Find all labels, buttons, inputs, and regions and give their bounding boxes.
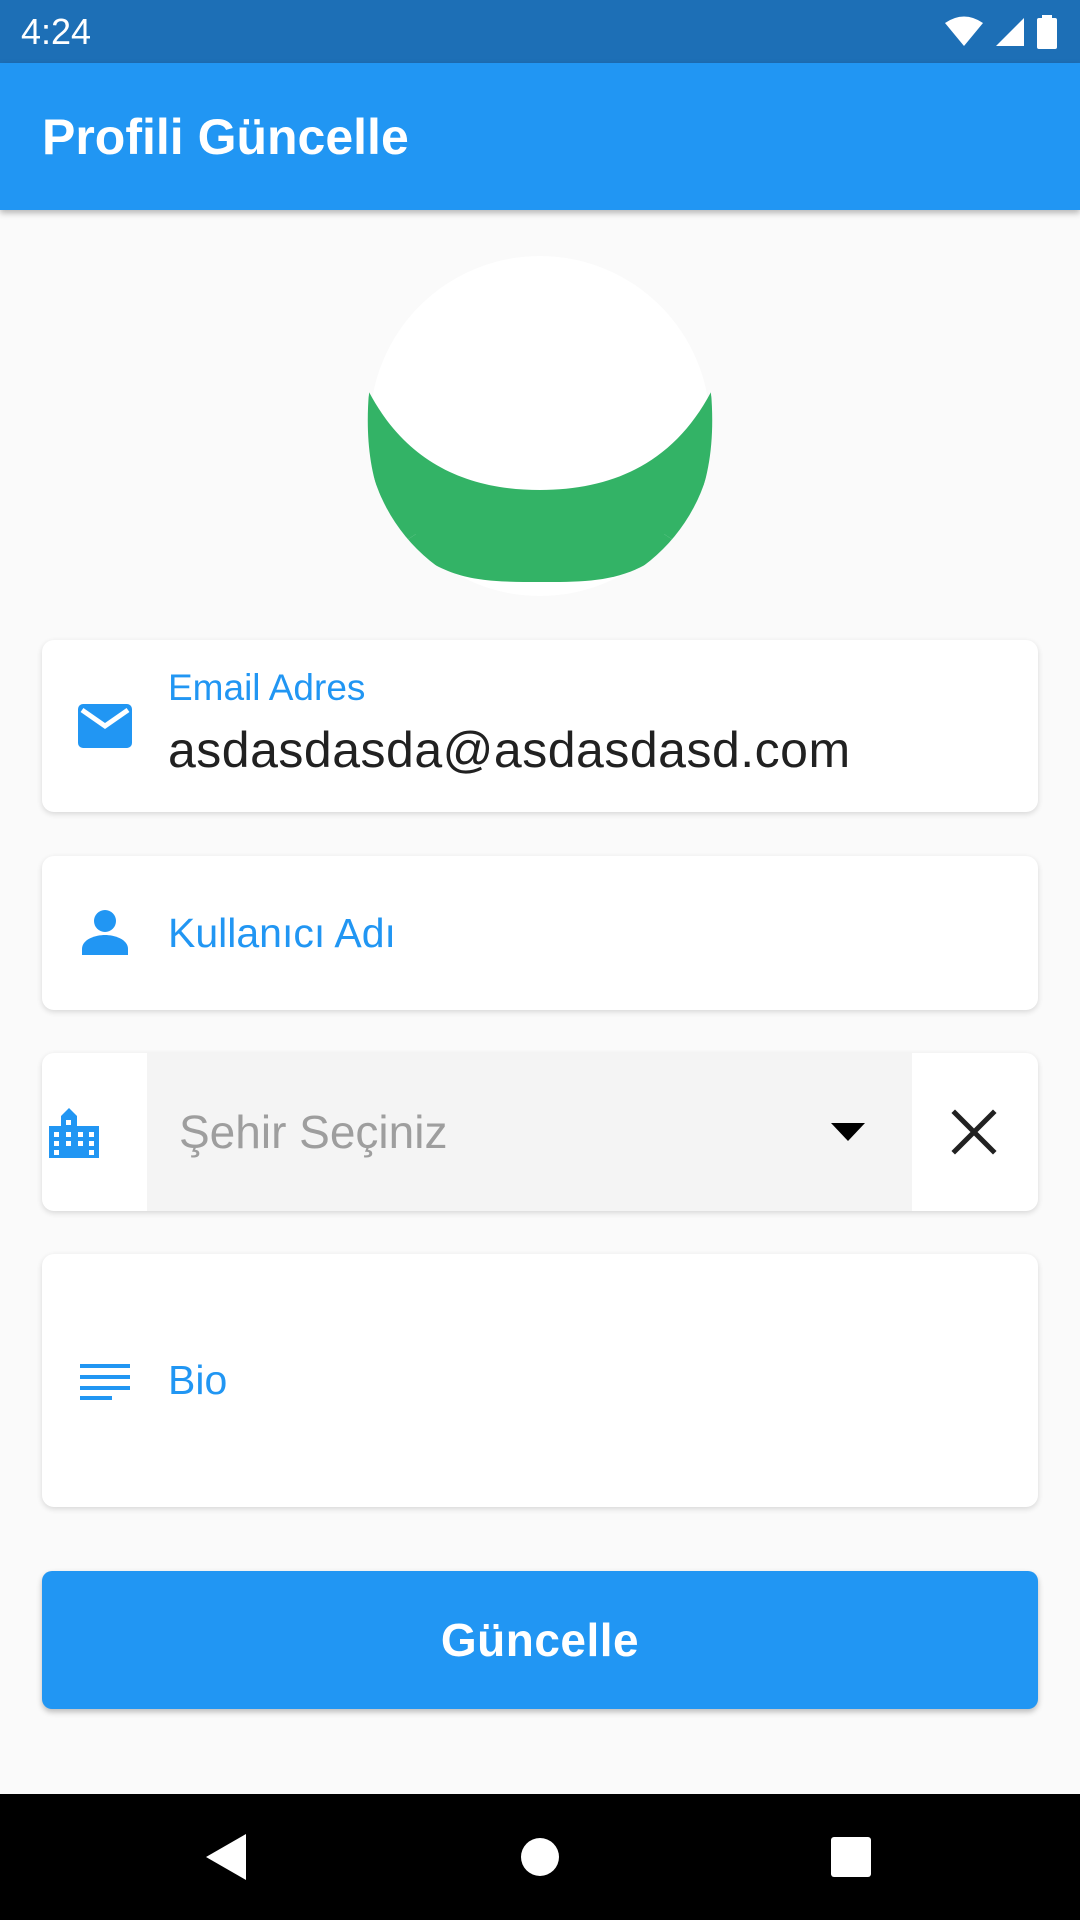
city-placeholder: Şehir Seçiniz — [179, 1106, 448, 1158]
status-time: 4:24 — [21, 11, 92, 52]
dropdown-arrow-icon — [831, 1123, 865, 1141]
recents-button[interactable] — [791, 1794, 911, 1920]
update-button[interactable]: Güncelle — [42, 1571, 1038, 1709]
email-value[interactable]: asdasdasda@asdasdasd.com — [168, 720, 851, 780]
home-button[interactable] — [480, 1794, 600, 1920]
battery-icon — [1037, 15, 1057, 49]
back-icon — [206, 1834, 246, 1880]
person-icon — [82, 910, 128, 955]
username-label: Kullanıcı Adı — [168, 910, 396, 956]
email-field[interactable]: Email Adres asdasdasda@asdasdasd.com — [42, 640, 1038, 812]
avatar-image — [366, 252, 714, 600]
update-button-label: Güncelle — [440, 1614, 640, 1666]
username-field[interactable]: Kullanıcı Adı — [42, 856, 1038, 1010]
bio-field[interactable]: Bio — [42, 1254, 1038, 1507]
signal-icon — [996, 18, 1024, 46]
city-icon — [49, 1108, 99, 1158]
mail-icon — [78, 704, 132, 748]
status-bar: 4:24 — [0, 0, 1080, 63]
app-bar: Profili Güncelle — [0, 63, 1080, 210]
navigation-bar — [0, 1794, 1080, 1920]
back-button[interactable] — [166, 1794, 286, 1920]
bio-label: Bio — [168, 1357, 228, 1403]
notes-icon — [80, 1364, 130, 1400]
close-icon[interactable] — [947, 1105, 1001, 1159]
page-title: Profili Güncelle — [42, 109, 409, 165]
home-icon — [521, 1838, 559, 1876]
city-select-card: Şehir Seçiniz — [42, 1053, 1038, 1211]
avatar[interactable] — [366, 252, 714, 600]
recents-icon — [831, 1837, 871, 1877]
wifi-icon — [945, 16, 983, 46]
city-dropdown[interactable]: Şehir Seçiniz — [147, 1053, 912, 1211]
email-label: Email Adres — [168, 667, 366, 708]
status-icons — [944, 12, 1058, 52]
